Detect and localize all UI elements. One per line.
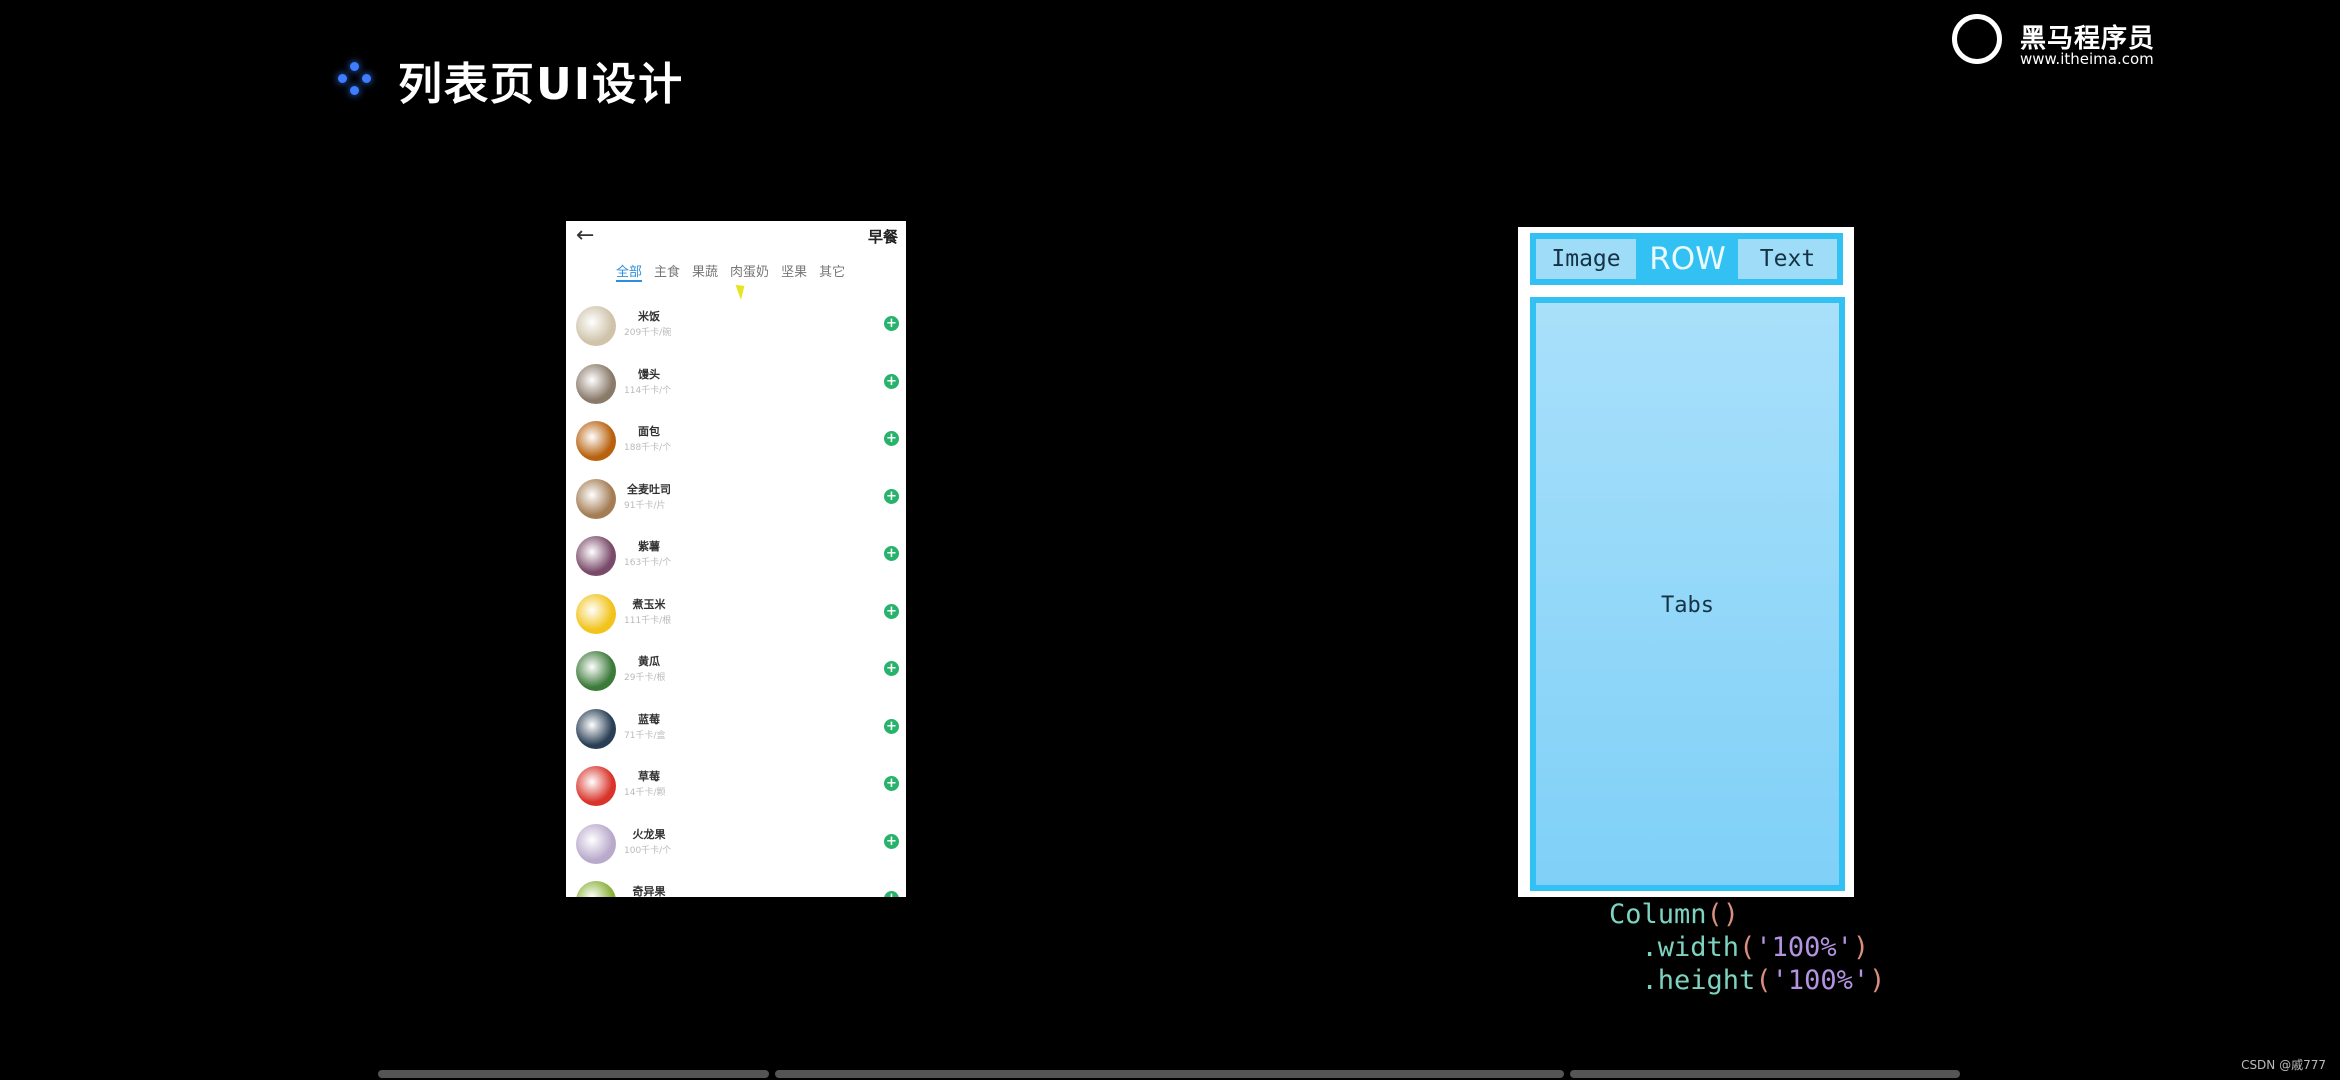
food-calories: 100千卡/个 <box>624 845 672 856</box>
progress-segment-1[interactable] <box>378 1070 769 1078</box>
progress-segment-3[interactable] <box>1570 1070 1960 1078</box>
code-paren: ) <box>1852 932 1870 963</box>
tabs-container: Tabs <box>1530 297 1845 891</box>
code-snippet: Column() .width('100%') .height('100%') <box>1609 898 1885 997</box>
add-icon[interactable]: + <box>884 776 899 791</box>
food-name: 火龙果 <box>632 827 666 841</box>
tab-4[interactable]: 坚果 <box>781 261 807 282</box>
category-tabs: 全部 主食 果蔬 肉蛋奶 坚果 其它 <box>616 261 845 282</box>
code-height: .height <box>1641 965 1756 996</box>
row-container: Image ROW Text <box>1530 233 1843 285</box>
food-image <box>576 421 616 461</box>
add-icon[interactable]: + <box>884 431 899 446</box>
horse-logo-icon <box>1952 14 2002 64</box>
code-width: .width <box>1641 932 1740 963</box>
food-image <box>576 306 616 346</box>
sparkle-dots-icon <box>338 62 372 96</box>
progress-segment-2[interactable] <box>775 1070 1564 1078</box>
food-name: 黄瓜 <box>638 655 660 668</box>
code-string: '100%' <box>1755 932 1853 963</box>
food-name: 煮玉米 <box>632 597 666 611</box>
food-calories: 14千卡/颗 <box>624 788 666 798</box>
tab-0[interactable]: 全部 <box>616 261 643 282</box>
list-item[interactable]: 全麦吐司 91千卡/片 + <box>566 471 906 529</box>
food-name: 紫薯 <box>638 540 660 553</box>
food-calories: 91千卡/片 <box>624 500 666 511</box>
food-name: 馒头 <box>638 367 660 381</box>
add-icon[interactable]: + <box>884 316 899 331</box>
code-column: Column <box>1609 899 1707 930</box>
phone-title: 早餐 <box>867 228 898 246</box>
list-item[interactable]: 米饭 209千卡/碗 + <box>566 298 906 356</box>
code-paren: ) <box>1869 965 1886 996</box>
text-cell: Text <box>1738 239 1837 279</box>
list-item[interactable]: 煮玉米 111千卡/根 + <box>566 586 906 644</box>
slide-title: 列表页UI设计 <box>398 59 685 110</box>
food-image <box>576 766 616 806</box>
food-list: 米饭 209千卡/碗 + 馒头 114千卡/个 + 面包 188千卡/个 + 全… <box>566 298 906 897</box>
list-item[interactable]: 蓝莓 71千卡/盒 + <box>566 701 906 759</box>
add-icon[interactable]: + <box>884 718 899 734</box>
food-image <box>576 651 616 691</box>
tab-1[interactable]: 主食 <box>654 261 680 282</box>
add-icon[interactable]: + <box>884 373 899 389</box>
arrow-left-icon[interactable]: ← <box>576 223 594 248</box>
add-icon[interactable]: + <box>884 833 899 849</box>
layout-diagram: Image ROW Text Tabs <box>1518 227 1854 897</box>
food-calories: 111千卡/根 <box>624 615 672 626</box>
image-cell: Image <box>1536 239 1636 279</box>
food-image <box>576 708 616 749</box>
food-image <box>576 478 616 519</box>
food-image <box>576 881 616 897</box>
code-paren: ( <box>1755 965 1772 996</box>
code-string: '100%' <box>1771 965 1870 996</box>
list-item[interactable]: 火龙果 100千卡/个 + <box>566 816 906 874</box>
add-icon[interactable]: + <box>884 488 899 504</box>
food-image <box>576 823 616 864</box>
code-paren: () <box>1706 899 1740 930</box>
food-name: 奇异果 <box>632 885 666 897</box>
add-icon[interactable]: + <box>884 891 899 897</box>
food-calories: 114千卡/个 <box>624 385 672 396</box>
add-icon[interactable]: + <box>884 546 899 561</box>
tab-2[interactable]: 果蔬 <box>692 261 718 282</box>
row-label: ROW <box>1649 241 1726 277</box>
tab-3[interactable]: 肉蛋奶 <box>730 261 769 282</box>
food-calories: 188千卡/个 <box>624 443 672 453</box>
food-name: 米饭 <box>638 310 660 323</box>
tab-5[interactable]: 其它 <box>819 261 845 282</box>
food-image <box>576 363 616 404</box>
list-item[interactable]: 馒头 114千卡/个 + <box>566 356 906 414</box>
food-calories: 71千卡/盒 <box>624 730 666 741</box>
list-item[interactable]: 奇异果 + <box>566 873 906 897</box>
phone-screen: ← 早餐 全部 主食 果蔬 肉蛋奶 坚果 其它 米饭 209千卡/碗 + 馒头 114千卡… <box>566 221 906 897</box>
food-calories: 209千卡/碗 <box>624 328 672 338</box>
list-item[interactable]: 黄瓜 29千卡/根 + <box>566 643 906 701</box>
logo-url: www.itheima.com <box>2020 50 2154 68</box>
food-name: 全麦吐司 <box>627 482 671 496</box>
food-calories: 163千卡/个 <box>624 558 672 568</box>
tabs-label: Tabs <box>1661 593 1714 618</box>
list-item[interactable]: 草莓 14千卡/颗 + <box>566 758 906 816</box>
food-name: 面包 <box>638 425 660 438</box>
food-calories: 29千卡/根 <box>624 673 666 683</box>
add-icon[interactable]: + <box>884 603 899 619</box>
code-paren: ( <box>1739 932 1756 963</box>
list-item[interactable]: 紫薯 163千卡/个 + <box>566 528 906 586</box>
list-item[interactable]: 面包 188千卡/个 + <box>566 413 906 471</box>
add-icon[interactable]: + <box>884 661 899 676</box>
itheima-logo: 黑马程序员 www.itheima.com <box>1950 12 2160 70</box>
watermark: CSDN @戚777 <box>2241 1058 2326 1072</box>
food-name: 蓝莓 <box>638 712 660 726</box>
food-image <box>576 593 616 634</box>
food-image <box>576 536 616 576</box>
food-name: 草莓 <box>638 770 660 783</box>
